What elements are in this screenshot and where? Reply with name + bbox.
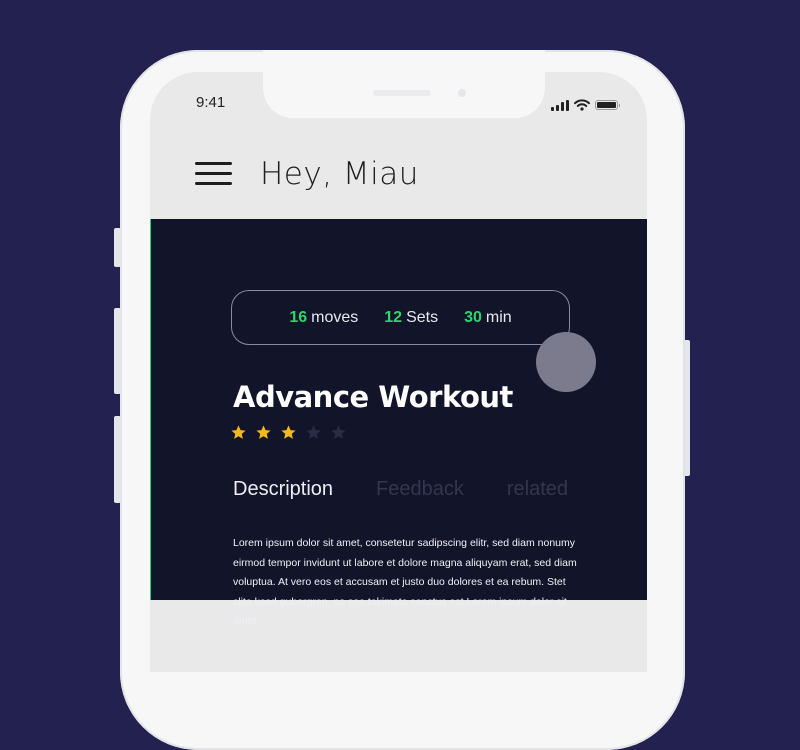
stat-value: 12	[384, 308, 403, 326]
workout-title: Advance Workout	[233, 380, 513, 414]
workout-stats-pill: 16 moves 12 Sets 30 min	[231, 290, 570, 345]
star-filled-icon	[256, 425, 271, 439]
cellular-signal-icon	[551, 99, 569, 111]
tab-related[interactable]: related	[507, 478, 568, 501]
status-icons	[551, 99, 620, 111]
star-empty-icon	[331, 425, 346, 439]
hamburger-menu-icon[interactable]	[195, 162, 232, 186]
front-camera	[458, 89, 466, 97]
star-empty-icon	[306, 425, 321, 439]
stat-label: moves	[311, 308, 359, 326]
stat-value: 30	[464, 308, 482, 326]
greeting-title: Hey, Miau	[260, 156, 419, 192]
description-text: Lorem ipsum dolor sit amet, consetetur s…	[233, 537, 577, 627]
tab-description[interactable]: Description	[233, 478, 333, 501]
phone-notch	[263, 50, 545, 118]
speaker-grille	[373, 90, 431, 96]
stat-duration: 30 min	[464, 309, 512, 327]
tab-feedback[interactable]: Feedback	[376, 478, 464, 501]
stat-label: Sets	[406, 308, 439, 326]
battery-icon	[595, 100, 620, 110]
stat-label: min	[485, 308, 512, 326]
floating-action-button[interactable]	[536, 332, 596, 392]
rating-stars	[230, 424, 347, 441]
star-filled-icon	[281, 425, 296, 439]
stat-moves: 16 moves	[289, 309, 358, 327]
stat-sets: 12 Sets	[384, 309, 438, 327]
stat-value: 16	[289, 308, 308, 326]
status-time: 9:41	[196, 94, 226, 111]
star-filled-icon	[231, 425, 246, 439]
workout-tabs: Description Feedback related	[233, 478, 568, 501]
wifi-icon	[574, 99, 590, 111]
